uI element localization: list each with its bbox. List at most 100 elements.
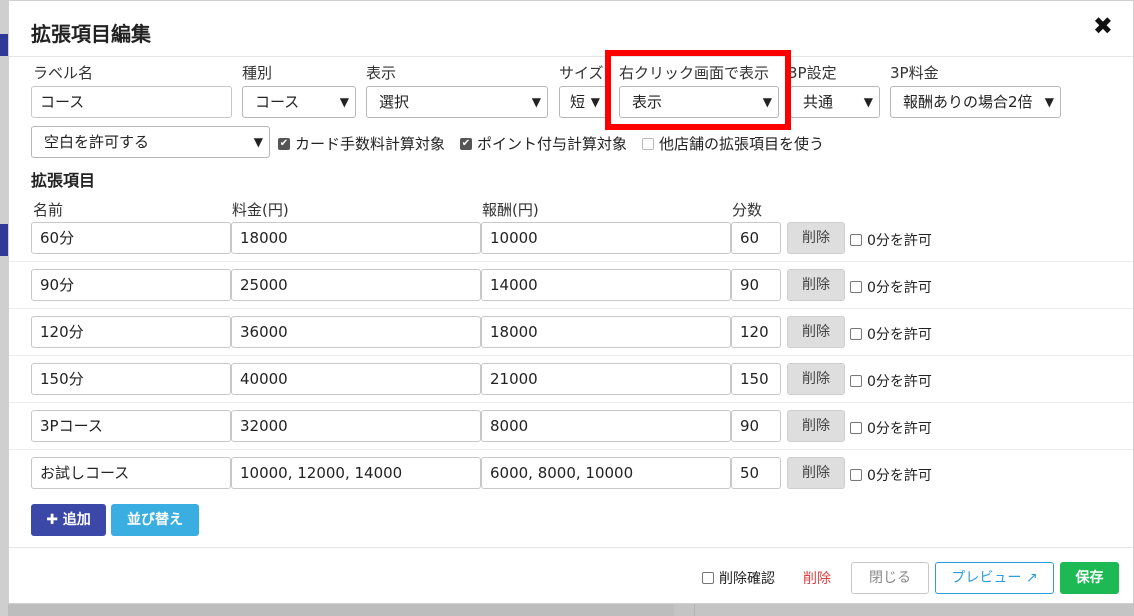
item-minutes-input[interactable]: 50 [731,457,781,489]
item-name-input[interactable]: 60分 [31,222,231,254]
close-button[interactable]: 閉じる [851,562,929,594]
type-label: 種別 [242,64,273,82]
modal-title: 拡張項目編集 [31,22,151,46]
blank-permission-select[interactable]: 空白を許可する ▼ [31,126,270,158]
delete-row-button[interactable]: 削除 [787,222,845,254]
table-row: 90分 25000 14000 90 削除 0分を許可 [9,262,1133,309]
allow-zero-checkbox[interactable]: 0分を許可 [850,465,932,485]
delete-row-button[interactable]: 削除 [787,363,845,395]
other-store-checkbox[interactable]: 他店舗の拡張項目を使う [642,133,824,154]
delete-row-button[interactable]: 削除 [787,269,845,301]
item-reward-input[interactable]: 14000 [481,269,731,301]
label-name-label: ラベル名 [33,64,94,82]
allow-zero-label: 0分を許可 [867,233,932,249]
threep-fee-select-value: 報酬ありの場合2倍 [903,93,1033,111]
checkbox-checked-icon: ✔ [460,137,472,150]
label-name-input[interactable]: コース [31,86,232,118]
table-row: 120分 36000 18000 120 削除 0分を許可 [9,309,1133,356]
item-reward-input[interactable]: 8000 [481,410,731,442]
extension-edit-modal: 拡張項目編集 ✖ ラベル名 種別 表示 サイズ 右クリック画面で表示 3P設定 … [8,0,1134,604]
checkbox-unchecked-icon [850,469,862,481]
item-price-input[interactable]: 36000 [231,316,481,348]
item-price-input[interactable]: 25000 [231,269,481,301]
checkbox-unchecked-icon [850,234,862,246]
allow-zero-label: 0分を許可 [867,280,932,296]
item-name-input[interactable]: 90分 [31,269,231,301]
item-minutes-input[interactable]: 90 [731,410,781,442]
footer-divider [9,547,1133,548]
threep-setting-label: 3P設定 [788,64,837,82]
allow-zero-label: 0分を許可 [867,327,932,343]
preview-button-label: プレビュー [951,570,1022,586]
allow-zero-checkbox[interactable]: 0分を許可 [850,418,932,438]
add-button-label: 追加 [62,512,91,528]
blank-permission-value: 空白を許可する [44,133,150,151]
delete-link[interactable]: 削除 [803,568,831,588]
item-reward-input[interactable]: 10000 [481,222,731,254]
allow-zero-label: 0分を許可 [867,468,932,484]
external-link-icon: ↗ [1025,570,1038,586]
item-name-input[interactable]: 120分 [31,316,231,348]
delete-confirm-label: 削除確認 [719,571,775,587]
allow-zero-label: 0分を許可 [867,421,932,437]
chevron-down-icon: ▼ [590,95,600,109]
allow-zero-checkbox[interactable]: 0分を許可 [850,277,932,297]
display-select[interactable]: 選択 ▼ [366,86,548,118]
item-minutes-input[interactable]: 90 [731,269,781,301]
chevron-down-icon: ▼ [1044,95,1054,109]
item-name-input[interactable]: 150分 [31,363,231,395]
type-select[interactable]: コース ▼ [242,86,356,118]
preview-button[interactable]: プレビュー ↗ [935,562,1054,594]
table-row: 60分 18000 10000 60 削除 0分を許可 [9,215,1133,262]
chevron-down-icon: ▼ [339,95,349,109]
delete-confirm-checkbox[interactable]: 削除確認 [702,568,775,588]
item-price-input[interactable]: 10000, 12000, 14000 [231,457,481,489]
checkbox-unchecked-icon [642,137,654,150]
item-price-input[interactable]: 40000 [231,363,481,395]
item-minutes-input[interactable]: 120 [731,316,781,348]
type-select-value: コース [255,93,300,111]
threep-setting-select[interactable]: 共通 ▼ [790,86,880,118]
item-minutes-input[interactable]: 60 [731,222,781,254]
allow-zero-checkbox[interactable]: 0分を許可 [850,324,932,344]
display-select-value: 選択 [379,93,410,111]
item-price-input[interactable]: 32000 [231,410,481,442]
item-reward-input[interactable]: 6000, 8000, 10000 [481,457,731,489]
card-fee-checkbox[interactable]: ✔ カード手数料計算対象 [278,133,445,154]
size-label: サイズ [559,64,604,82]
checkbox-unchecked-icon [850,375,862,387]
item-name-input[interactable]: お試しコース [31,457,231,489]
allow-zero-checkbox[interactable]: 0分を許可 [850,371,932,391]
delete-row-button[interactable]: 削除 [787,410,845,442]
threep-fee-label: 3P料金 [890,64,939,82]
threep-fee-select[interactable]: 報酬ありの場合2倍 ▼ [890,86,1061,118]
close-icon[interactable]: ✖ [1093,13,1113,39]
checkbox-checked-icon: ✔ [278,137,290,150]
chevron-down-icon: ▼ [531,95,541,109]
item-reward-input[interactable]: 18000 [481,316,731,348]
delete-row-button[interactable]: 削除 [787,457,845,489]
plus-icon: ✚ [46,512,63,528]
other-store-checkbox-label: 他店舗の拡張項目を使う [659,135,825,153]
add-button[interactable]: ✚ 追加 [31,504,106,536]
extension-items-title: 拡張項目 [31,171,96,190]
sort-button[interactable]: 並び替え [111,504,199,536]
background-tab [0,224,8,256]
allow-zero-checkbox[interactable]: 0分を許可 [850,230,932,250]
item-reward-input[interactable]: 21000 [481,363,731,395]
item-minutes-input[interactable]: 150 [731,363,781,395]
table-row: 3Pコース 32000 8000 90 削除 0分を許可 [9,403,1133,450]
checkbox-unchecked-icon [702,572,714,584]
item-name-input[interactable]: 3Pコース [31,410,231,442]
table-row: 150分 40000 21000 150 削除 0分を許可 [9,356,1133,403]
delete-row-button[interactable]: 削除 [787,316,845,348]
chevron-down-icon: ▼ [253,135,263,149]
size-select[interactable]: 短 ▼ [559,86,607,118]
item-price-input[interactable]: 18000 [231,222,481,254]
threep-setting-select-value: 共通 [803,93,834,111]
point-checkbox[interactable]: ✔ ポイント付与計算対象 [460,133,627,154]
card-fee-checkbox-label: カード手数料計算対象 [295,135,446,153]
chevron-down-icon: ▼ [863,95,873,109]
save-button[interactable]: 保存 [1060,562,1119,594]
size-select-value: 短 [570,93,586,111]
